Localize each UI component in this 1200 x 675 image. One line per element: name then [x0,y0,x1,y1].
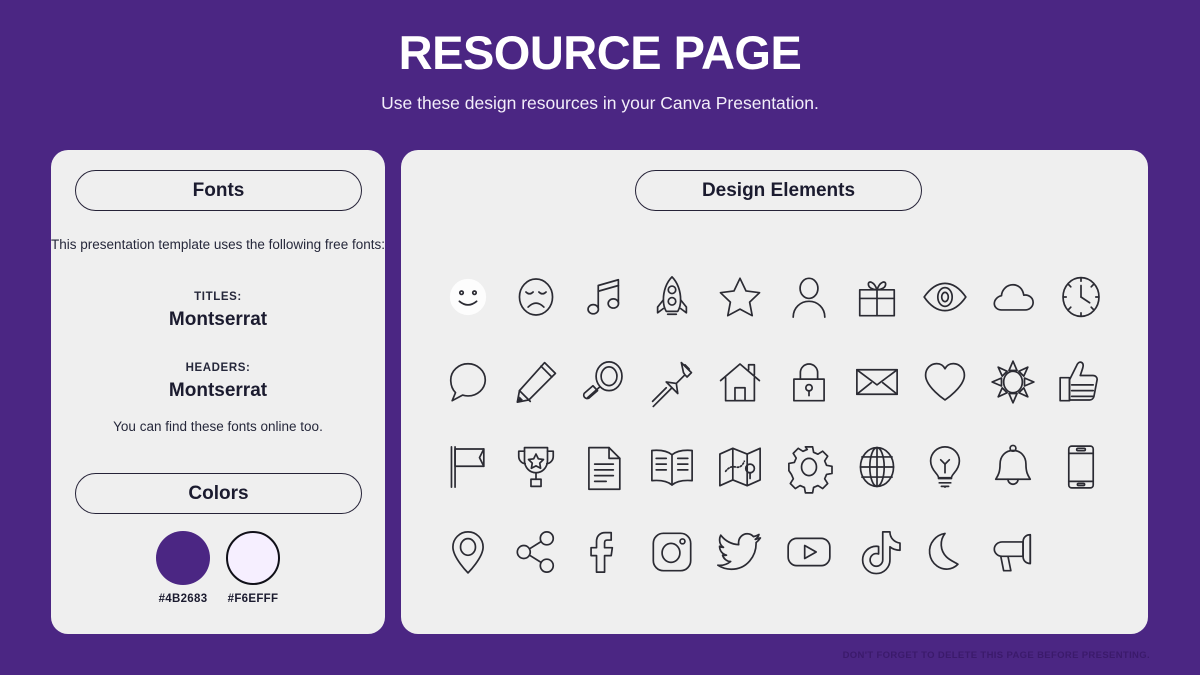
music-note-icon[interactable] [579,272,629,322]
flag-icon[interactable] [443,442,493,492]
fonts-heading-label: Fonts [192,179,245,201]
thumbs-up-icon[interactable] [1056,357,1106,407]
sad-face-icon[interactable] [511,272,561,322]
twitter-icon[interactable] [715,527,765,577]
envelope-icon[interactable] [852,357,902,407]
gift-icon[interactable] [852,272,902,322]
person-icon[interactable] [784,272,834,322]
house-icon[interactable] [715,357,765,407]
tiktok-icon[interactable] [852,527,902,577]
titles-font-name: Montserrat [168,309,268,330]
book-icon[interactable] [647,442,697,492]
lock-icon[interactable] [784,357,834,407]
design-elements-heading-pill[interactable]: Design Elements [635,170,922,211]
magnifying-glass-icon[interactable] [579,357,629,407]
color-swatch-item[interactable]: #4B2683 [152,531,214,605]
document-icon[interactable] [579,442,629,492]
star-icon[interactable] [715,272,765,322]
color-swatch-item[interactable]: #F6EFFF [222,531,284,605]
map-icon[interactable] [715,442,765,492]
pushpin-icon[interactable] [647,357,697,407]
color-swatch-dot [156,531,210,585]
megaphone-icon[interactable] [988,527,1038,577]
share-icon[interactable] [511,527,561,577]
gear-icon[interactable] [784,442,834,492]
eye-icon[interactable] [920,272,970,322]
fonts-and-colors-panel: Fonts This presentation template uses th… [51,150,385,634]
trophy-icon[interactable] [511,442,561,492]
color-swatch-hex: #4B2683 [158,593,208,605]
color-swatch-dot [226,531,280,585]
globe-icon[interactable] [852,442,902,492]
fonts-heading-pill[interactable]: Fonts [75,170,362,211]
titles-label: TITLES: [194,291,242,303]
colors-heading-label: Colors [188,482,249,504]
color-swatch-hex: #F6EFFF [227,593,279,605]
youtube-icon[interactable] [784,527,834,577]
location-pin-icon[interactable] [443,527,493,577]
phone-icon[interactable] [1056,442,1106,492]
page-title: RESOURCE PAGE [398,26,802,79]
speech-bubble-icon[interactable] [443,357,493,407]
delete-page-reminder: DON'T FORGET TO DELETE THIS PAGE BEFORE … [842,650,1150,661]
fonts-intro-text: This presentation template uses the foll… [51,237,385,252]
rocket-icon[interactable] [647,272,697,322]
moon-icon[interactable] [920,527,970,577]
bell-icon[interactable] [988,442,1038,492]
colors-heading-pill[interactable]: Colors [75,473,362,514]
sun-icon[interactable] [988,357,1038,407]
color-swatch-row: #4B2683 #F6EFFF [51,531,385,605]
instagram-icon[interactable] [647,527,697,577]
pencil-icon[interactable] [511,357,561,407]
cloud-icon[interactable] [988,272,1038,322]
lightbulb-icon[interactable] [920,442,970,492]
page-subtitle: Use these design resources in your Canva… [381,93,819,113]
fonts-outro-text: You can find these fonts online too. [113,419,323,434]
facebook-icon[interactable] [579,527,629,577]
smiley-face-icon[interactable] [443,272,493,322]
design-elements-heading-label: Design Elements [701,179,856,201]
clock-icon[interactable] [1056,272,1106,322]
heart-icon[interactable] [920,357,970,407]
headers-font-name: Montserrat [168,380,268,401]
design-elements-grid [434,254,1115,594]
design-elements-panel: Design Elements [401,150,1148,634]
headers-label: HEADERS: [185,362,251,374]
